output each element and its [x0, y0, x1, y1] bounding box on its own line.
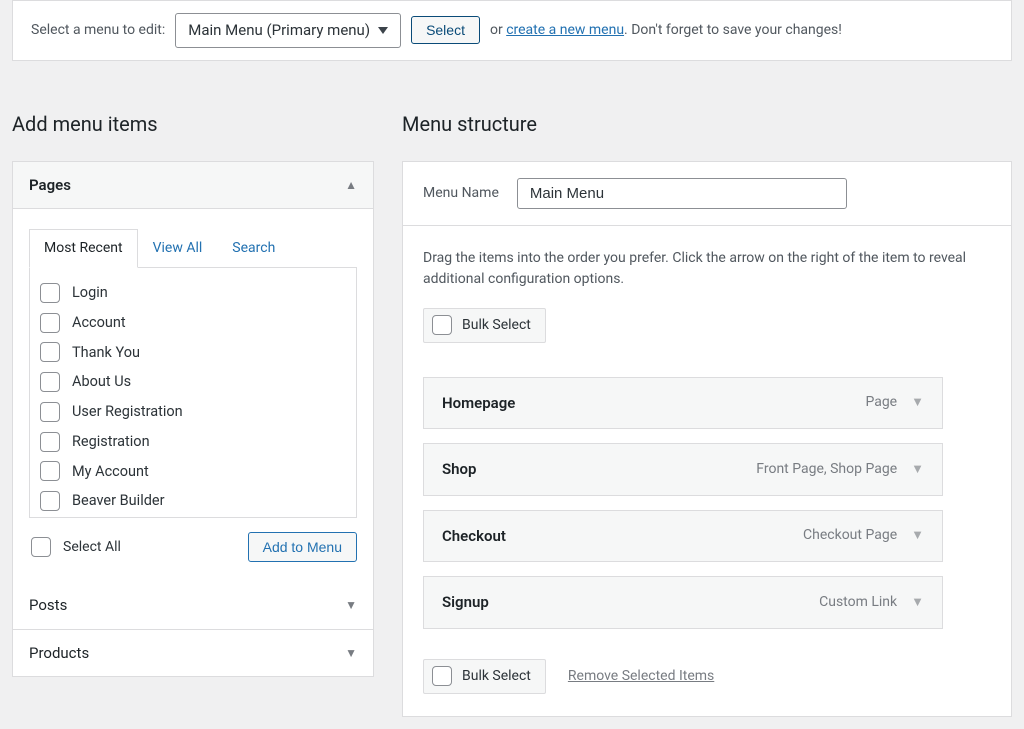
- caret-up-icon: ▲: [345, 176, 357, 194]
- menu-structure-panel: Menu Name Drag the items into the order …: [402, 161, 1012, 717]
- select-all-label: Select All: [63, 537, 121, 558]
- bulk-select-checkbox[interactable]: [432, 666, 452, 686]
- checkbox[interactable]: [40, 283, 60, 303]
- menu-item[interactable]: Homepage Page ▼: [423, 377, 943, 430]
- post-select-text: or create a new menu. Don't forget to sa…: [490, 20, 842, 41]
- page-item[interactable]: Login: [38, 278, 348, 308]
- remove-selected-link[interactable]: Remove Selected Items: [568, 666, 714, 687]
- tab-view-all[interactable]: View All: [138, 229, 218, 268]
- checkbox[interactable]: [40, 402, 60, 422]
- select-menu-label: Select a menu to edit:: [31, 20, 165, 41]
- menu-item-type: Custom Link: [819, 592, 897, 613]
- checkbox[interactable]: [40, 491, 60, 511]
- menu-item[interactable]: Checkout Checkout Page ▼: [423, 510, 943, 563]
- menu-items-list: Homepage Page ▼ Shop Front Page, Shop Pa…: [423, 377, 991, 629]
- page-label: Beaver Builder: [72, 490, 165, 512]
- caret-down-icon[interactable]: ▼: [911, 593, 924, 613]
- page-label: Registration: [72, 431, 150, 453]
- select-menu-button[interactable]: Select: [411, 16, 480, 44]
- checkbox[interactable]: [40, 372, 60, 392]
- structure-instructions: Drag the items into the order you prefer…: [423, 248, 991, 290]
- page-item[interactable]: About Us: [38, 367, 348, 397]
- bulk-select-checkbox[interactable]: [432, 315, 452, 335]
- bulk-select-top[interactable]: Bulk Select: [423, 308, 546, 343]
- checkbox[interactable]: [40, 342, 60, 362]
- create-new-menu-link[interactable]: create a new menu: [506, 22, 624, 38]
- tab-search[interactable]: Search: [217, 229, 290, 268]
- page-item[interactable]: Beaver Builder: [38, 486, 348, 516]
- accordion-title-products: Products: [29, 642, 89, 665]
- checkbox[interactable]: [40, 432, 60, 452]
- menu-item[interactable]: Shop Front Page, Shop Page ▼: [423, 443, 943, 496]
- caret-down-icon[interactable]: ▼: [911, 460, 924, 480]
- checkbox[interactable]: [40, 461, 60, 481]
- menu-item-title: Homepage: [442, 392, 515, 415]
- page-item[interactable]: My Account: [38, 457, 348, 487]
- page-item[interactable]: User Registration: [38, 397, 348, 427]
- page-label: Thank You: [72, 342, 140, 364]
- caret-down-icon: ▼: [345, 596, 357, 614]
- page-label: About Us: [72, 371, 131, 393]
- add-to-menu-button[interactable]: Add to Menu: [248, 532, 357, 562]
- accordion-header-posts[interactable]: Posts ▼: [13, 582, 373, 630]
- bulk-select-label: Bulk Select: [462, 666, 531, 687]
- page-item[interactable]: Registration: [38, 427, 348, 457]
- accordion-title-posts: Posts: [29, 594, 67, 617]
- pages-list[interactable]: Login Account Thank You About Us User Re…: [29, 268, 357, 518]
- page-label: My Account: [72, 461, 149, 483]
- menu-item-type: Page: [865, 392, 897, 413]
- add-menu-items-heading: Add menu items: [12, 109, 374, 139]
- menu-item[interactable]: Signup Custom Link ▼: [423, 576, 943, 629]
- accordion-body-pages: Most Recent View All Search Login Accoun…: [13, 209, 373, 582]
- caret-down-icon[interactable]: ▼: [911, 526, 924, 546]
- menu-name-label: Menu Name: [423, 183, 499, 204]
- menu-select-value: Main Menu (Primary menu): [188, 19, 370, 42]
- bulk-select-bottom[interactable]: Bulk Select: [423, 659, 546, 694]
- page-label: User Registration: [72, 401, 183, 423]
- select-all-checkbox[interactable]: [31, 537, 51, 557]
- menu-item-title: Signup: [442, 591, 489, 614]
- menu-name-input[interactable]: [517, 178, 847, 209]
- page-item[interactable]: Account: [38, 308, 348, 338]
- pages-tabs: Most Recent View All Search: [29, 229, 357, 268]
- add-items-accordion: Pages ▲ Most Recent View All Search Logi…: [12, 161, 374, 678]
- chevron-down-icon: [378, 27, 388, 34]
- select-all-row[interactable]: Select All: [29, 533, 123, 562]
- caret-down-icon: ▼: [345, 644, 357, 662]
- accordion-header-products[interactable]: Products ▼: [13, 630, 373, 677]
- page-label: Account: [72, 312, 126, 334]
- menu-item-type: Checkout Page: [803, 525, 897, 546]
- page-item[interactable]: Thank You: [38, 338, 348, 368]
- checkbox[interactable]: [40, 313, 60, 333]
- menu-item-type: Front Page, Shop Page: [756, 459, 897, 480]
- menu-select-dropdown[interactable]: Main Menu (Primary menu): [175, 13, 401, 48]
- page-label: Login: [72, 282, 108, 304]
- menu-structure-heading: Menu structure: [402, 109, 1012, 139]
- menu-item-title: Checkout: [442, 525, 506, 548]
- accordion-header-pages[interactable]: Pages ▲: [13, 162, 373, 210]
- accordion-title-pages: Pages: [29, 174, 71, 197]
- menu-selector-bar: Select a menu to edit: Main Menu (Primar…: [12, 0, 1012, 61]
- menu-item-title: Shop: [442, 458, 476, 481]
- caret-down-icon[interactable]: ▼: [911, 393, 924, 413]
- bulk-select-label: Bulk Select: [462, 315, 531, 336]
- tab-most-recent[interactable]: Most Recent: [29, 229, 138, 268]
